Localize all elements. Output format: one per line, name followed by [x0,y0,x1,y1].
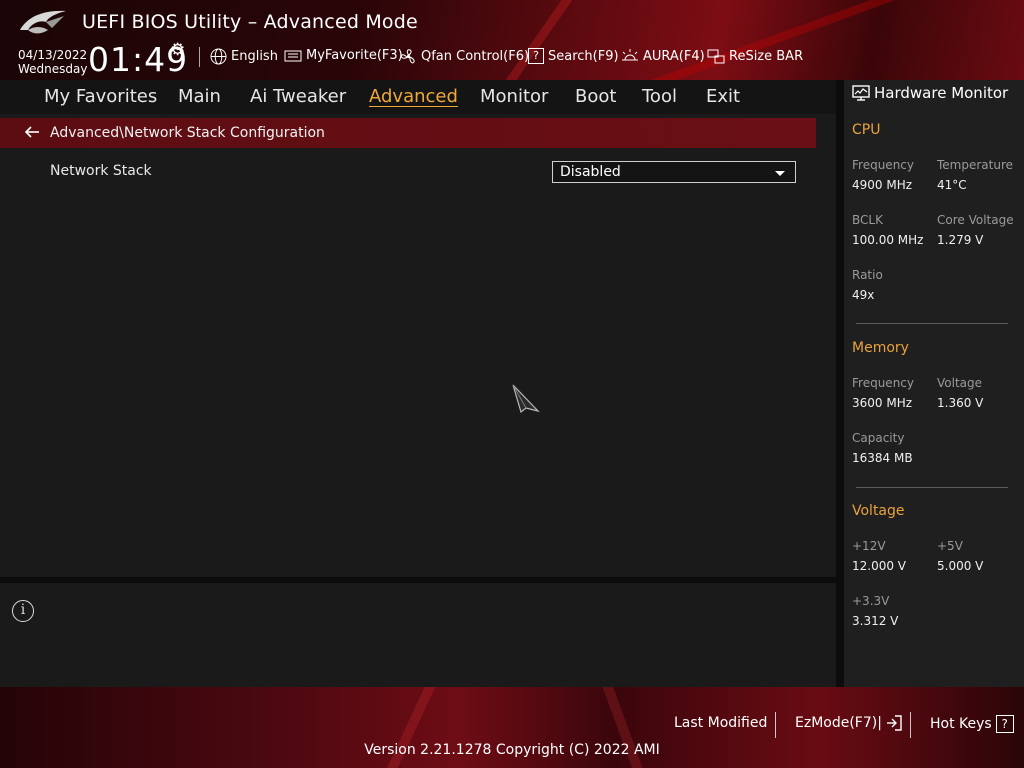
last-modified-button[interactable]: Last Modified [674,715,767,731]
bclk-value: 100.00 MHz [852,233,924,247]
clock-settings-gear-icon[interactable]: ⚙ [170,40,185,60]
monitor-icon [852,85,870,101]
memory-voltage-value: 1.360 V [937,396,984,410]
tab-advanced[interactable]: Advanced [369,86,458,107]
tab-boot[interactable]: Boot [575,86,616,107]
v12-value: 12.000 V [852,559,907,573]
search-question-icon: ? [528,48,544,64]
qfan-control-button[interactable]: Qfan Control(F6) [400,48,529,65]
tab-tool[interactable]: Tool [642,86,677,107]
core-voltage-label: Core Voltage [937,213,1014,227]
mouse-pointer-icon [512,384,540,414]
last-modified-label: Last Modified [674,715,768,731]
settings-panel [0,114,836,577]
ratio-value: 49x [852,288,875,302]
language-label: English [231,49,278,64]
memory-section-title: Memory [852,340,909,356]
ratio-label: Ratio [852,268,883,282]
resize-bar-icon [707,49,725,64]
rog-logo-icon [20,10,66,34]
tab-ai-tweaker[interactable]: Ai Tweaker [250,86,346,107]
date-text: 04/13/2022 [18,48,88,62]
fan-icon [400,49,415,64]
aura-label: AURA(F4) [643,48,705,64]
version-text: Version 2.21.1278 Copyright (C) 2022 AMI [364,742,660,758]
tab-main[interactable]: Main [178,86,221,107]
network-stack-dropdown[interactable]: Disabled [552,161,796,183]
memory-capacity-label: Capacity [852,431,905,445]
cpu-frequency-label: Frequency [852,158,914,172]
footer-divider [910,712,911,738]
myfavorite-button[interactable]: MyFavorite(F3) [284,48,403,63]
hot-keys-button[interactable]: Hot Keys ? [930,715,1014,733]
side-divider [836,80,844,687]
aura-button[interactable]: AURA(F4) [621,48,705,64]
bclk-label: BCLK [852,213,883,227]
v33-value: 3.312 V [852,614,899,628]
v5-label: +5V [937,539,963,553]
resize-bar-button[interactable]: ReSize BAR [707,48,803,64]
voltage-section-title: Voltage [852,503,905,519]
v12-label: +12V [852,539,886,553]
memory-capacity-value: 16384 MB [852,451,913,465]
cpu-temperature-label: Temperature [937,158,1014,172]
cpu-frequency-value: 4900 MHz [852,178,913,192]
ezmode-label: EzMode(F7)| [795,715,882,731]
memory-voltage-label: Voltage [937,376,983,390]
core-voltage-value: 1.279 V [937,233,984,247]
app-title: UEFI BIOS Utility – Advanced Mode [82,11,418,33]
date-display: 04/13/2022 Wednesday [18,48,87,76]
section-divider [856,323,1008,324]
chevron-down-icon [775,171,785,176]
ezmode-button[interactable]: EzMode(F7)| [795,715,902,731]
resize-bar-label: ReSize BAR [729,48,804,64]
cpu-section-title: CPU [852,122,881,138]
hardware-monitor-header: Hardware Monitor [852,84,1008,102]
cpu-temperature-value: 41°C [937,178,967,192]
help-panel [0,583,836,687]
back-arrow-icon[interactable] [24,124,40,144]
favorite-list-icon [284,50,302,61]
tab-monitor[interactable]: Monitor [480,86,548,107]
myfavorite-label: MyFavorite(F3) [306,48,403,63]
search-label: Search(F9) [548,48,619,64]
search-button[interactable]: ? Search(F9) [528,48,619,64]
network-stack-value: Disabled [560,164,621,180]
weekday-text: Wednesday [18,62,88,76]
aura-light-icon [622,49,638,61]
exit-arrow-icon [886,715,902,731]
breadcrumb: Advanced\Network Stack Configuration [50,125,325,141]
qfan-control-label: Qfan Control(F6) [421,49,530,64]
hot-keys-label: Hot Keys [930,716,992,732]
info-icon: i [12,600,34,622]
memory-frequency-label: Frequency [852,376,914,390]
v33-label: +3.3V [852,594,890,608]
tab-my-favorites[interactable]: My Favorites [44,86,157,107]
section-divider [856,487,1008,488]
memory-frequency-value: 3600 MHz [852,396,913,410]
hardware-monitor-title: Hardware Monitor [874,84,1009,102]
question-mark-icon: ? [995,715,1014,733]
v5-value: 5.000 V [937,559,984,573]
tab-exit[interactable]: Exit [706,86,740,107]
language-button[interactable]: English [210,48,278,65]
globe-icon [210,48,227,65]
network-stack-label: Network Stack [50,163,152,179]
toolbar-divider [199,47,200,67]
footer-divider [775,712,776,738]
